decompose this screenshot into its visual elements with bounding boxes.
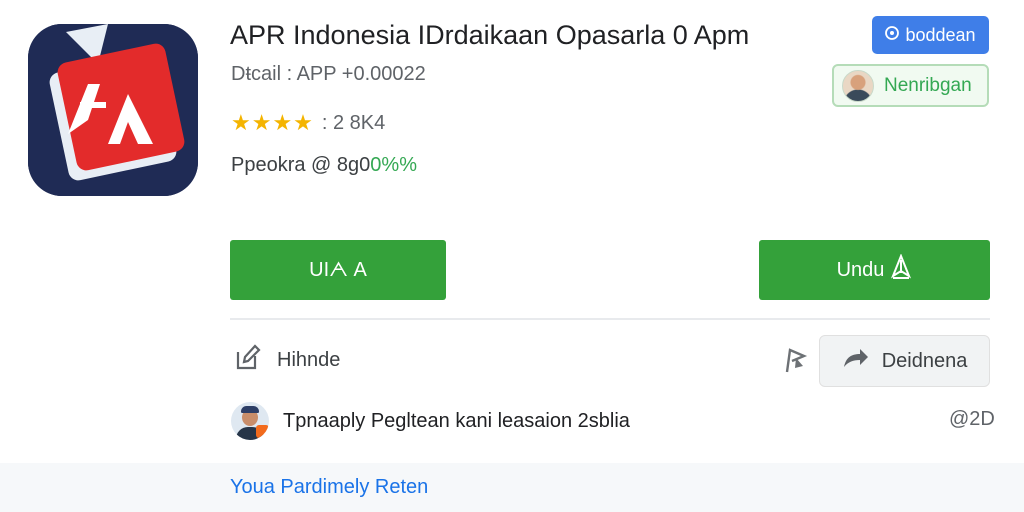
install-button-left[interactable]: UIᗅ A [230, 240, 446, 300]
rating-count: : 2 8K4 [321, 111, 386, 134]
review-count: @2D [949, 408, 995, 430]
review-text: Tpnaaply Pegltean kani leasaion 2sblia [283, 409, 630, 432]
share-button[interactable]: Deidnena [819, 335, 990, 387]
wishlist-button[interactable]: Hihnde [233, 342, 340, 378]
circle-plus-icon [885, 25, 900, 45]
share-arrow-icon [842, 347, 870, 375]
app-logo-icon [28, 24, 198, 196]
app-title: APR Indonesia IDrdaikaan Opasarla 0 Apm [230, 20, 750, 50]
wishlist-label: Hihnde [277, 348, 341, 371]
install-left-label: UIᗅ A [309, 258, 367, 281]
install-button-right[interactable]: Undu [759, 240, 990, 300]
bookmark-edit-icon [233, 342, 263, 378]
app-info-line: Ppeokra @ 8g00%% [231, 154, 417, 177]
install-right-label: Undu [836, 258, 885, 281]
arrow-up-icon [890, 253, 912, 286]
developer-chip[interactable]: Nenribgan [832, 64, 989, 107]
footer-bar [0, 463, 1024, 512]
app-subtitle: Dŧcail : APP +0.00022 [231, 63, 426, 85]
app-icon [28, 24, 198, 196]
rating: ★★★★ : 2 8K4 [231, 110, 385, 136]
top-action-label: boddean [905, 24, 976, 45]
top-action-button[interactable]: boddean [872, 16, 989, 54]
reviewer-avatar [231, 402, 269, 440]
developer-avatar [842, 69, 874, 102]
review-row[interactable]: Tpnaaply Pegltean kani leasaion 2sblia [231, 402, 630, 440]
share-label: Deidnena [881, 349, 968, 372]
star-rating-icon: ★★★★ [231, 110, 314, 135]
footer-link[interactable]: Youa Pardimely Reten [230, 476, 428, 499]
info-prefix: Ppeokra @ 8g0 [231, 154, 371, 176]
flag-icon[interactable] [783, 346, 809, 379]
developer-label: Nenribgan [884, 74, 972, 96]
section-divider [230, 318, 990, 320]
info-accent: 0%% [370, 154, 417, 176]
